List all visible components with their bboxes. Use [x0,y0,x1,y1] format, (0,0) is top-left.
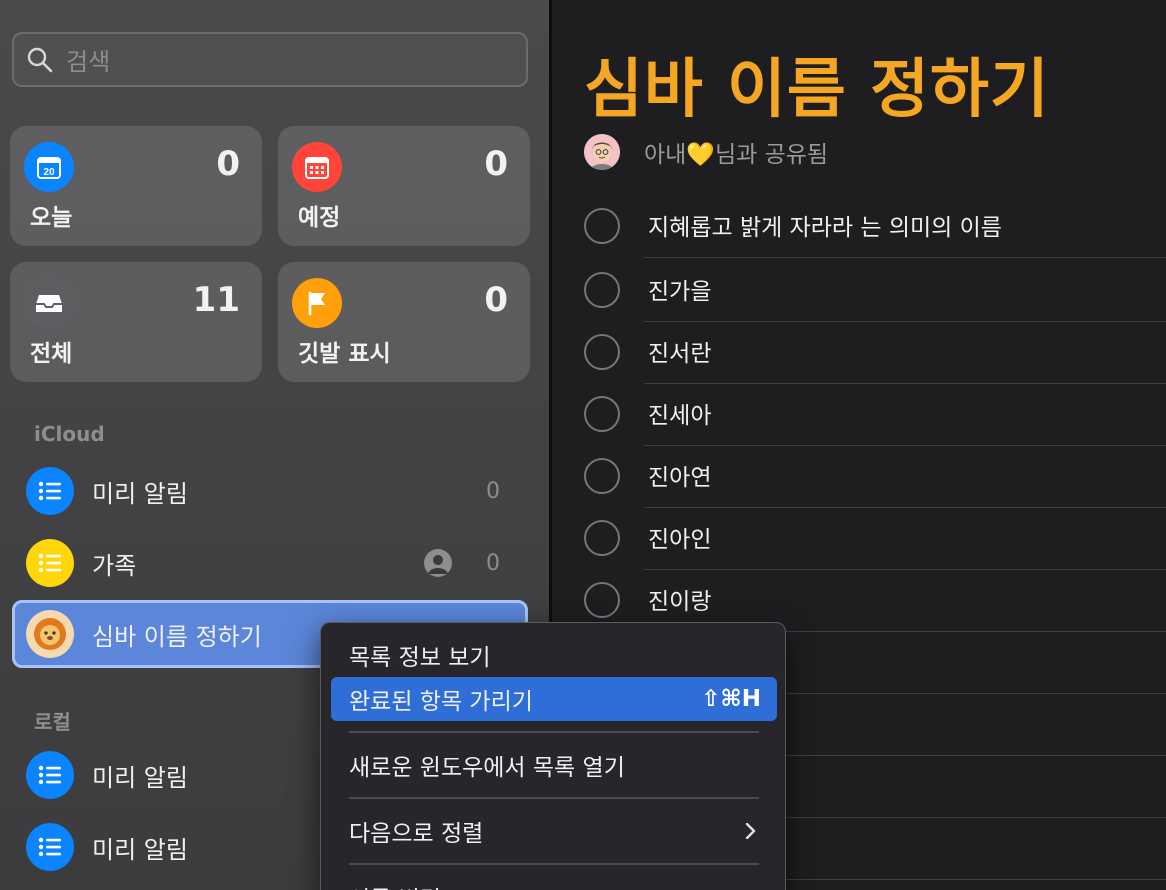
list-bullet-icon [26,539,74,587]
menu-separator [349,863,759,865]
menu-item-show-list-info[interactable]: 목록 정보 보기 [331,633,777,677]
section-header-icloud: iCloud [34,422,105,446]
reminder-text[interactable]: 진이랑 [648,582,711,616]
menu-item-open-in-new-window[interactable]: 새로운 윈도우에서 목록 열기 [331,743,777,787]
smart-list-today[interactable]: 20 0 오늘 [10,126,262,246]
flag-icon [292,278,342,328]
smart-list-scheduled[interactable]: 0 예정 [278,126,530,246]
smart-list-flagged[interactable]: 0 깃발 표시 [278,262,530,382]
list-bullet-icon [26,751,74,799]
menu-separator [349,731,759,733]
reminder-text[interactable]: 진가을 [648,272,711,306]
smart-list-count: 0 [484,144,508,184]
reminder-item[interactable]: 진아연 [584,446,1166,508]
search-placeholder: 검색 [66,48,111,76]
list-bullet-icon [26,823,74,871]
section-header-local: 로컬 [34,710,71,734]
svg-text:20: 20 [43,167,55,178]
complete-checkbox[interactable] [584,334,620,370]
lion-emoji-icon [26,610,74,658]
menu-item-label: 이름 변경 [349,880,441,890]
complete-checkbox[interactable] [584,272,620,308]
list-name: 가족 [92,551,137,580]
list-bullet-icon [26,467,74,515]
menu-item-label: 다음으로 정렬 [349,821,484,847]
shared-person-icon [424,549,452,577]
reminder-text[interactable]: 진아인 [648,520,711,554]
menu-separator [349,797,759,799]
reminder-item[interactable]: 진가을 [584,260,1166,322]
list-item-reminders-icloud[interactable]: 미리 알림 0 [12,458,528,524]
list-name: 미리 알림 [92,835,188,864]
chevron-right-icon [745,823,756,839]
keyboard-shortcut: ⇧⌘H [701,686,761,712]
smart-list-count: 11 [192,280,240,320]
menu-item-hide-completed[interactable]: 완료된 항목 가리기 ⇧⌘H [331,677,777,721]
reminder-item[interactable]: 진세아 [584,384,1166,446]
list-name: 미리 알림 [92,479,188,508]
list-name: 심바 이름 정하기 [92,622,262,651]
smart-list-count: 0 [216,144,240,184]
reminder-text[interactable]: 진서란 [648,334,711,368]
menu-item-rename[interactable]: 이름 변경 [331,875,777,890]
divider [644,257,1166,258]
reminder-text[interactable]: 지혜롭고 밝게 자라라 는 의미의 이름 [648,208,1002,242]
complete-checkbox[interactable] [584,458,620,494]
list-count: 0 [486,550,500,576]
complete-checkbox[interactable] [584,520,620,556]
smart-list-label: 예정 [298,205,341,231]
reminder-item[interactable]: 진아인 [584,508,1166,570]
search-field[interactable]: 검색 [12,32,528,87]
menu-item-label: 새로운 윈도우에서 목록 열기 [349,755,625,781]
complete-checkbox[interactable] [584,582,620,618]
list-item-family[interactable]: 가족 0 [12,530,528,596]
search-icon [27,47,53,72]
smart-list-all[interactable]: 11 전체 [10,262,262,382]
reminder-text[interactable]: 진아연 [648,458,711,492]
smart-list-label: 전체 [30,341,73,367]
smart-list-label: 깃발 표시 [298,341,391,367]
reminder-item[interactable]: 진서란 [584,322,1166,384]
tray-icon [24,278,74,328]
list-title: 심바 이름 정하기 [584,53,1050,127]
calendar-today-icon: 20 [24,142,74,192]
shared-with-text: 아내💛님과 공유됨 [644,142,829,168]
menu-item-sort-by[interactable]: 다음으로 정렬 [331,809,777,853]
reminder-text[interactable]: 진세아 [648,396,711,430]
smart-list-label: 오늘 [30,205,73,231]
list-name: 미리 알림 [92,763,188,792]
menu-item-label: 완료된 항목 가리기 [349,689,533,715]
list-count: 0 [486,478,500,504]
smart-list-count: 0 [484,280,508,320]
menu-item-label: 목록 정보 보기 [349,645,491,671]
complete-checkbox[interactable] [584,208,620,244]
calendar-grid-icon [292,142,342,192]
context-menu: 목록 정보 보기 완료된 항목 가리기 ⇧⌘H 새로운 윈도우에서 목록 열기 … [320,622,786,890]
reminder-item[interactable]: 지혜롭고 밝게 자라라 는 의미의 이름 [584,196,1166,258]
avatar [584,134,620,170]
complete-checkbox[interactable] [584,396,620,432]
shared-with-row[interactable]: 아내💛님과 공유됨 [584,134,828,170]
